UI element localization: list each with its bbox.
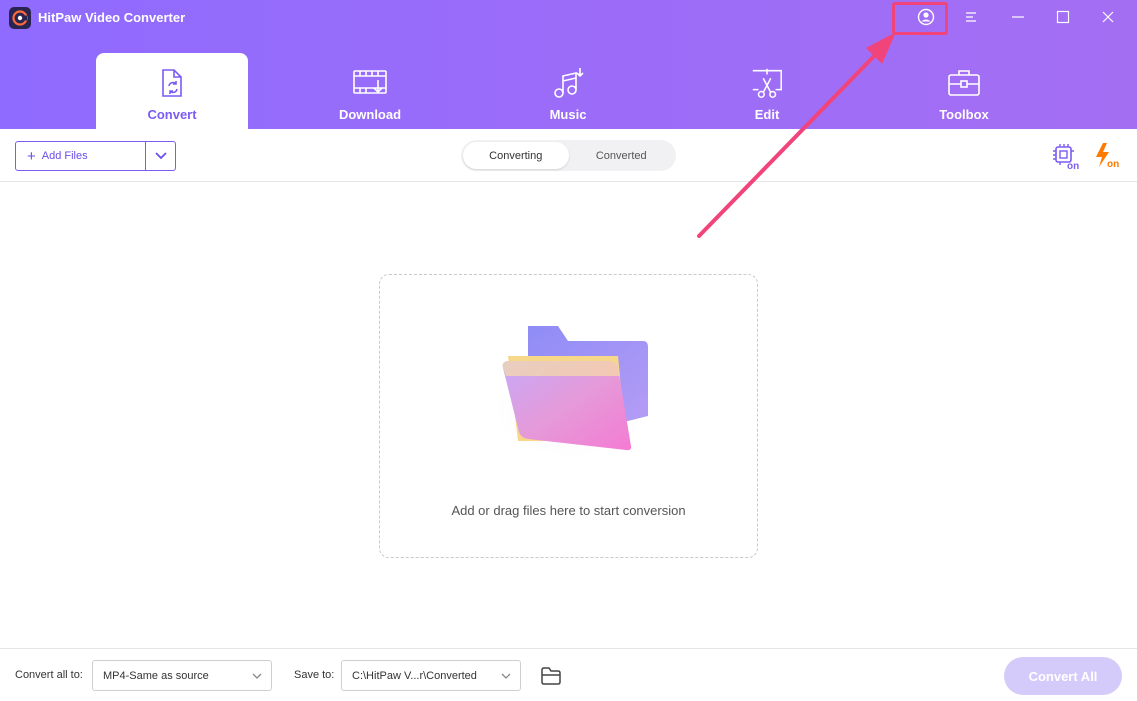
plus-icon: + — [27, 147, 36, 165]
toolbar: + Add Files Converting Converted on on — [0, 129, 1137, 182]
title-bar: HitPaw Video Converter Convert Download … — [0, 0, 1137, 129]
add-files-button[interactable]: + Add Files — [16, 142, 145, 170]
tab-label: Edit — [754, 107, 780, 122]
convert-all-to-label: Convert all to: — [15, 669, 83, 681]
tab-converted[interactable]: Converted — [569, 142, 675, 169]
add-files-dropdown[interactable] — [145, 142, 175, 170]
file-dropzone[interactable]: Add or drag files here to start conversi… — [379, 274, 758, 558]
minimize-icon[interactable] — [1005, 5, 1031, 29]
tab-convert[interactable]: Convert — [96, 53, 248, 129]
toolbox-icon — [946, 65, 982, 101]
maximize-icon[interactable] — [1050, 5, 1076, 29]
menu-icon[interactable] — [958, 5, 984, 29]
save-path-select[interactable]: C:\HitPaw V...r\Converted — [341, 660, 521, 691]
tab-toolbox[interactable]: Toolbox — [888, 53, 1040, 129]
film-download-icon — [352, 65, 388, 101]
save-to-label: Save to: — [294, 669, 335, 681]
badge-text: on — [1107, 159, 1119, 170]
tab-converting[interactable]: Converting — [463, 142, 569, 169]
add-files-button-group: + Add Files — [15, 141, 176, 171]
convert-file-icon — [154, 65, 190, 101]
tab-label: Toolbox — [939, 107, 989, 122]
lightning-speed-on-icon[interactable]: on — [1093, 141, 1123, 171]
tab-label: Convert — [147, 107, 197, 122]
save-path-value: C:\HitPaw V...r\Converted — [352, 669, 477, 682]
chevron-down-icon — [501, 673, 511, 679]
folder-illustration-icon — [488, 321, 653, 461]
convert-all-button[interactable]: Convert All — [1004, 657, 1122, 695]
output-format-value: MP4-Same as source — [103, 669, 209, 682]
output-format-select[interactable]: MP4-Same as source — [92, 660, 272, 691]
close-icon[interactable] — [1095, 5, 1121, 29]
app-logo-icon — [9, 7, 31, 29]
tab-edit[interactable]: Edit — [691, 53, 843, 129]
hardware-acceleration-on-icon[interactable]: on — [1051, 141, 1081, 171]
badge-text: on — [1067, 161, 1079, 171]
chevron-down-icon — [252, 673, 262, 679]
open-folder-icon[interactable] — [538, 664, 564, 688]
scissors-edit-icon — [749, 65, 785, 101]
tab-label: Music — [549, 107, 587, 122]
status-segmented-control: Converting Converted — [461, 140, 676, 171]
tab-music[interactable]: Music — [492, 53, 644, 129]
profile-highlight-box — [892, 2, 948, 35]
chevron-down-icon — [154, 152, 167, 160]
music-note-icon — [550, 65, 586, 101]
tab-label: Download — [338, 107, 402, 122]
tab-download[interactable]: Download — [294, 53, 446, 129]
dropzone-hint-text: Add or drag files here to start conversi… — [451, 503, 686, 518]
add-files-label: Add Files — [41, 150, 88, 162]
app-title: HitPaw Video Converter — [38, 10, 186, 25]
footer-bar: Convert all to: MP4-Same as source Save … — [0, 648, 1137, 701]
